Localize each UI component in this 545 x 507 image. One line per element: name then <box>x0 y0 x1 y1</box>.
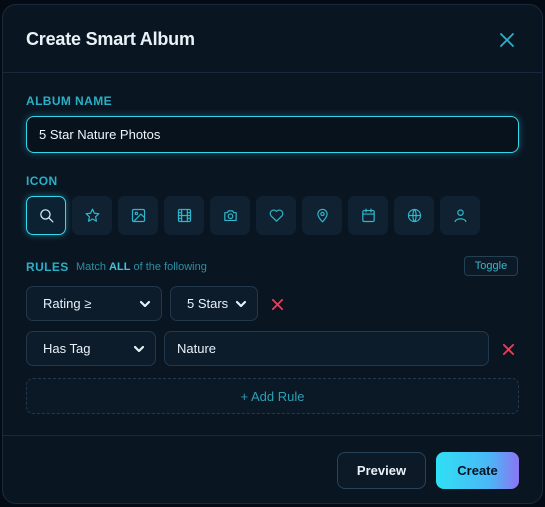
calendar-icon[interactable] <box>348 196 388 235</box>
create-smart-album-dialog: Create Smart Album ALBUM NAME ICON <box>2 4 543 504</box>
camera-icon[interactable] <box>210 196 250 235</box>
image-icon[interactable] <box>118 196 158 235</box>
rule-1-remove-icon[interactable] <box>269 296 285 312</box>
close-icon[interactable] <box>496 29 518 51</box>
album-name-input[interactable] <box>26 116 519 153</box>
rules-match-description: Match ALL of the following <box>76 261 207 273</box>
rule-2-value-input[interactable] <box>164 331 489 366</box>
rule-1-value-select[interactable]: 5 Stars <box>170 286 258 321</box>
heart-icon[interactable] <box>256 196 296 235</box>
star-icon[interactable] <box>72 196 112 235</box>
map-pin-icon[interactable] <box>302 196 342 235</box>
film-icon[interactable] <box>164 196 204 235</box>
dialog-header: Create Smart Album <box>3 5 542 73</box>
dialog-title: Create Smart Album <box>26 29 195 49</box>
rule-1-field-value: Rating ≥ <box>43 296 92 311</box>
album-name-label: ALBUM NAME <box>26 94 112 108</box>
rule-2-remove-icon[interactable] <box>500 341 516 357</box>
preview-button[interactable]: Preview <box>337 452 426 489</box>
icon-picker <box>26 196 486 235</box>
match-toggle-button[interactable]: Toggle <box>464 256 518 276</box>
chevron-down-icon <box>133 343 145 355</box>
chevron-down-icon <box>139 298 151 310</box>
match-mode: ALL <box>109 261 131 273</box>
rule-2-field-select[interactable]: Has Tag <box>26 331 156 366</box>
add-rule-button[interactable]: + Add Rule <box>26 378 519 414</box>
rules-label: RULES <box>26 260 69 274</box>
chevron-down-icon <box>235 298 247 310</box>
match-prefix: Match <box>76 261 106 273</box>
globe-icon[interactable] <box>394 196 434 235</box>
rule-2-field-value: Has Tag <box>43 341 91 356</box>
dialog-footer: Preview Create <box>3 435 542 503</box>
search-icon[interactable] <box>26 196 66 235</box>
match-suffix: of the following <box>133 261 207 273</box>
create-button[interactable]: Create <box>436 452 519 489</box>
rule-1-field-select[interactable]: Rating ≥ <box>26 286 162 321</box>
rule-1-value: 5 Stars <box>187 296 229 311</box>
user-icon[interactable] <box>440 196 480 235</box>
icon-label: ICON <box>26 174 58 188</box>
